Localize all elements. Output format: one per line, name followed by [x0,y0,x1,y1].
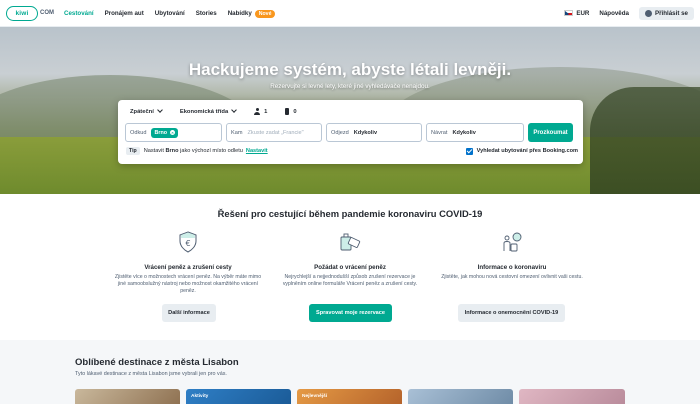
destination-card[interactable] [75,389,180,404]
tip-text-post: jako výchozí místo odletu [180,148,243,154]
departure-field[interactable]: Odjezd Kdykoliv [326,123,422,142]
search-tip-row: Tip Nastavit Brno jako výchozí místo odl… [126,147,578,155]
person-icon [254,108,261,115]
destination-field[interactable]: Kam Zkuste zadat „Francie" [226,123,322,142]
destination-card[interactable] [408,389,513,404]
tip-city: Brno [165,148,179,154]
tip-text-pre: Nastavit [143,148,164,154]
covid-column-title: Informace o koronaviru [477,264,547,271]
bag-icon [285,108,290,115]
tip-tag: Tip [126,147,140,155]
covid-column-request: Požádat o vrácení peněz Nejrychlejší a n… [275,230,425,288]
top-navigation-bar: kiwi COM Cestování Pronájem aut Ubytován… [0,0,700,27]
covid-column-title: Požádat o vrácení peněz [314,264,386,271]
popular-destinations-section: Oblíbené destinace z města Lisabon Tyto … [0,340,700,404]
kiwi-logo[interactable]: kiwi COM [6,5,54,21]
main-nav: Cestování Pronájem aut Ubytování Stories… [64,9,276,18]
currency-label: EUR [576,9,590,17]
luggage-ticket-icon [340,233,361,251]
origin-chip-label: Brno [154,129,168,136]
trip-type-select[interactable]: Zpáteční [130,106,163,115]
chevron-down-icon [157,106,163,113]
hero-subtitle: Rezervujte si levné lety, které jiné vyh… [270,83,430,90]
departure-label: Odjezd [331,129,349,136]
currency-selector[interactable]: EUR [564,10,589,17]
user-icon [644,9,652,17]
logo-suffix: COM [40,10,54,16]
cabin-class-select[interactable]: Ekonomická třída [179,106,238,115]
trip-type-label: Zpáteční [130,108,154,115]
login-label: Přihlásit se [654,9,688,17]
return-label: Návrat [431,129,448,136]
nav-item-deals[interactable]: Nabídky Nové [227,9,276,18]
flight-search-form: Zpáteční Ekonomická třída 1 0 Odkud Brno… [118,100,583,164]
covid-column-text: Zjistěte více o možnostech vrácení peněz… [114,274,262,294]
hero-title: Hackujeme systém, abyste létali levněji. [188,60,512,79]
refund-shield-icon: € [179,231,197,253]
svg-text:€: € [185,239,190,248]
logo-mark: kiwi [6,5,38,21]
nav-item-car-rental[interactable]: Pronájem aut [105,10,144,17]
search-options: Zpáteční Ekonomická třída 1 0 [130,106,297,115]
destination-card[interactable]: Aktivity [186,389,291,404]
header-tools: EUR Nápověda Přihlásit se [564,6,694,20]
covid-column-refund: € Vrácení peněz a zrušení cesty Zjistěte… [113,230,263,295]
close-icon[interactable]: × [170,130,176,135]
nav-item-travel[interactable]: Cestování [64,10,94,17]
departure-value: Kdykoliv [353,129,378,136]
covid-column-text: Zjistěte, jak mohou nová cestovní omezen… [441,274,583,280]
czech-flag-icon [564,9,574,16]
cabin-class-label: Ekonomická třída [179,108,229,115]
passengers-select[interactable]: 1 [254,108,267,115]
login-button[interactable]: Přihlásit se [638,6,694,20]
booking-checkbox[interactable] [465,147,473,155]
covid-column-text: Nejrychlejší a nejjednodušší způsob zruš… [282,274,418,287]
nav-item-stories[interactable]: Stories [196,10,217,17]
destination-label: Kam [231,129,243,136]
booking-label: Vyhledat ubytování přes Booking.com [476,148,578,154]
explore-button[interactable]: Prozkoumat [528,123,573,142]
origin-chip[interactable]: Brno × [151,127,179,138]
covid-title: Řešení pro cestující během pandemie koro… [217,208,483,219]
popular-title: Oblíbené destinace z města Lisabon [75,357,239,368]
return-value: Kdykoliv [452,129,476,136]
bag-count: 0 [293,108,297,115]
covid-column-title: Vrácení peněz a zrušení cesty [144,264,232,271]
covid-column-info: Informace o koronaviru Zjistěte, jak moh… [437,230,587,281]
destination-card-tag: Nejlevnější [302,394,328,399]
nav-item-accommodation[interactable]: Ubytování [155,10,185,17]
background-forest [590,87,700,194]
covid-section: Řešení pro cestující během pandemie koro… [0,194,700,340]
popular-subtitle: Tyto lákavé destinace z města Lisabon js… [75,371,227,377]
origin-field[interactable]: Odkud Brno × [125,123,222,142]
destination-card[interactable] [519,389,625,404]
passenger-count: 1 [264,108,268,115]
new-badge: Nové [254,9,276,18]
destination-card[interactable]: Nejlevnější [297,389,402,404]
help-link[interactable]: Nápověda [599,10,629,17]
more-info-button[interactable]: Další informace [162,304,216,322]
chevron-down-icon [231,106,238,113]
set-default-link[interactable]: Nastavit [246,148,268,154]
search-fields: Odkud Brno × Kam Zkuste zadat „Francie" O… [125,123,573,142]
manage-bookings-button[interactable]: Spravovat moje rezervace [309,304,392,322]
booking-option[interactable]: Vyhledat ubytování přes Booking.com [465,147,578,155]
nav-item-deals-label: Nabídky [227,9,252,17]
destination-card-tag: Aktivity [191,394,209,399]
destination-placeholder: Zkuste zadat „Francie" [247,129,304,136]
traveler-virus-icon [503,232,522,252]
covid-info-button[interactable]: Informace o onemocnění COVID-19 [458,304,565,322]
bags-select[interactable]: 0 [285,108,297,115]
return-field[interactable]: Návrat Kdykoliv [426,123,524,142]
origin-label: Odkud [130,129,147,136]
